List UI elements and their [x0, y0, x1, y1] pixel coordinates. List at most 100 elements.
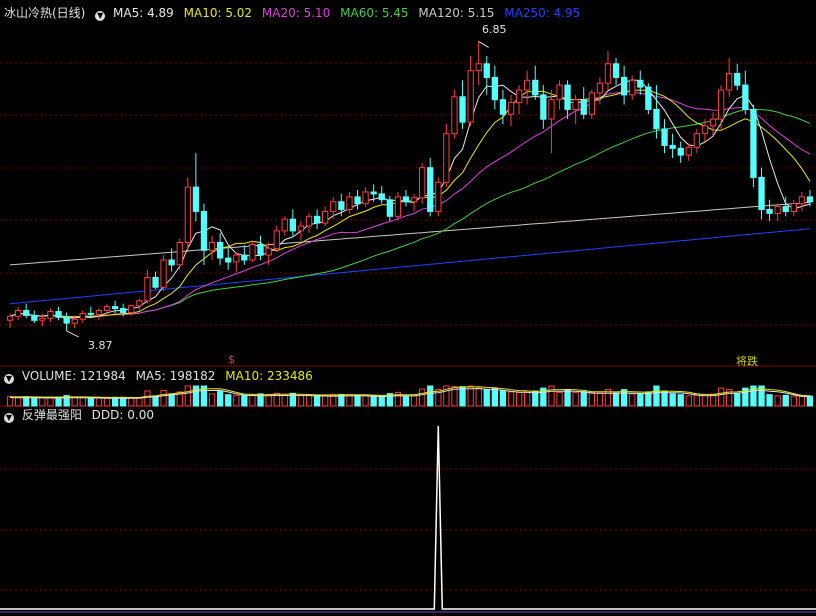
volume-bar	[677, 394, 684, 407]
volume-bar	[734, 392, 741, 407]
ma120-line	[9, 201, 811, 266]
volume-bar	[354, 394, 361, 407]
volume-bar	[168, 393, 175, 407]
ma5-line	[9, 79, 811, 319]
candle-body	[475, 63, 482, 72]
candle-body	[152, 277, 159, 288]
candle-body	[491, 76, 499, 101]
ma120-label: MA120: 5.15	[418, 6, 495, 20]
candle-body	[15, 310, 22, 317]
volume-bar	[217, 391, 224, 407]
candle-body	[112, 306, 119, 310]
candle-body	[144, 277, 151, 302]
candle-body	[338, 201, 345, 210]
volume-bar	[297, 394, 305, 407]
candle-body	[402, 196, 410, 203]
volume-bar	[241, 394, 248, 407]
ma60-line	[9, 108, 811, 318]
volume-ma10: MA10: 233486	[225, 369, 313, 383]
candle-body	[305, 215, 313, 227]
candle-body	[427, 167, 434, 212]
candle-body	[354, 196, 361, 205]
volume-bar	[475, 387, 482, 407]
candle-body	[370, 191, 377, 195]
volume-bar	[370, 395, 377, 407]
low-price-label: 3.87	[88, 339, 113, 352]
candle-body	[701, 125, 709, 135]
candle-body	[483, 63, 490, 78]
volume-bar	[184, 385, 191, 407]
ma20-label: MA20: 5.10	[261, 6, 331, 20]
volume-bar	[233, 394, 240, 407]
candle-body	[726, 73, 733, 91]
ma60-label: MA60: 5.45	[340, 6, 409, 20]
candle-body	[499, 99, 507, 115]
indicator-value: DDD: 0.00	[91, 408, 154, 422]
candle-body	[225, 257, 232, 263]
candle-body	[273, 230, 280, 249]
candle-body	[604, 63, 612, 84]
volume-bar	[685, 395, 692, 407]
candle-body	[322, 210, 329, 224]
volume-bar	[774, 395, 781, 407]
volume-bar	[572, 391, 579, 407]
volume-title: VOLUME: 121984	[21, 369, 126, 383]
high-marker	[478, 40, 489, 48]
candle-body	[419, 167, 426, 199]
low-marker	[66, 330, 79, 338]
candle-body	[806, 196, 814, 203]
ma250-label: MA250: 4.95	[504, 6, 581, 20]
candle-body	[540, 94, 547, 120]
indicator-title: 反弹最强阳	[21, 408, 82, 422]
candle-body	[378, 193, 385, 201]
candle-body	[241, 254, 248, 261]
candle-body	[718, 89, 725, 120]
candle-body	[281, 218, 288, 232]
ma250-line	[9, 228, 811, 305]
candle-body	[556, 84, 563, 101]
volume-bar	[491, 387, 499, 407]
candle-body	[572, 99, 579, 110]
candle-body	[63, 316, 70, 324]
candle-body	[790, 203, 798, 212]
candle-body	[217, 242, 224, 259]
volume-bar	[362, 394, 369, 407]
candle-body	[55, 311, 62, 318]
candle-body	[637, 79, 644, 88]
volume-bar	[87, 397, 94, 407]
volume-bar	[782, 394, 789, 407]
volume-bar	[499, 390, 507, 407]
collapse-icon[interactable]: ▼	[95, 11, 106, 21]
volume-bar	[136, 397, 143, 407]
volume-bar	[208, 393, 216, 407]
candle-body	[346, 196, 353, 210]
candle-body	[588, 92, 596, 115]
candle-body	[524, 79, 531, 91]
candle-body	[596, 82, 604, 94]
volume-bar	[548, 385, 555, 407]
candle-body	[612, 63, 620, 78]
candle-body	[435, 181, 442, 212]
candle-body	[71, 318, 78, 324]
collapse-icon[interactable]: ▼	[4, 413, 14, 423]
candle-body	[176, 242, 183, 266]
candle-body	[136, 300, 143, 307]
volume-bar	[71, 397, 78, 407]
volume-bar	[15, 396, 22, 407]
candle-body	[87, 312, 94, 315]
candle-body	[621, 76, 628, 96]
candle-body	[532, 79, 539, 96]
candle-body	[693, 133, 701, 148]
volume-bar	[718, 387, 725, 407]
candle-body	[297, 225, 305, 232]
candle-body	[798, 196, 806, 205]
candle-body	[200, 210, 208, 251]
collapse-icon[interactable]: ▼	[4, 374, 14, 384]
stock-chart[interactable]	[0, 0, 816, 616]
ma10-label: MA10: 5.02	[183, 6, 253, 20]
volume-bar	[806, 395, 814, 407]
candle-body	[192, 186, 200, 212]
candle-body	[314, 215, 321, 224]
candle-body	[330, 201, 337, 212]
candle-body	[653, 108, 660, 130]
